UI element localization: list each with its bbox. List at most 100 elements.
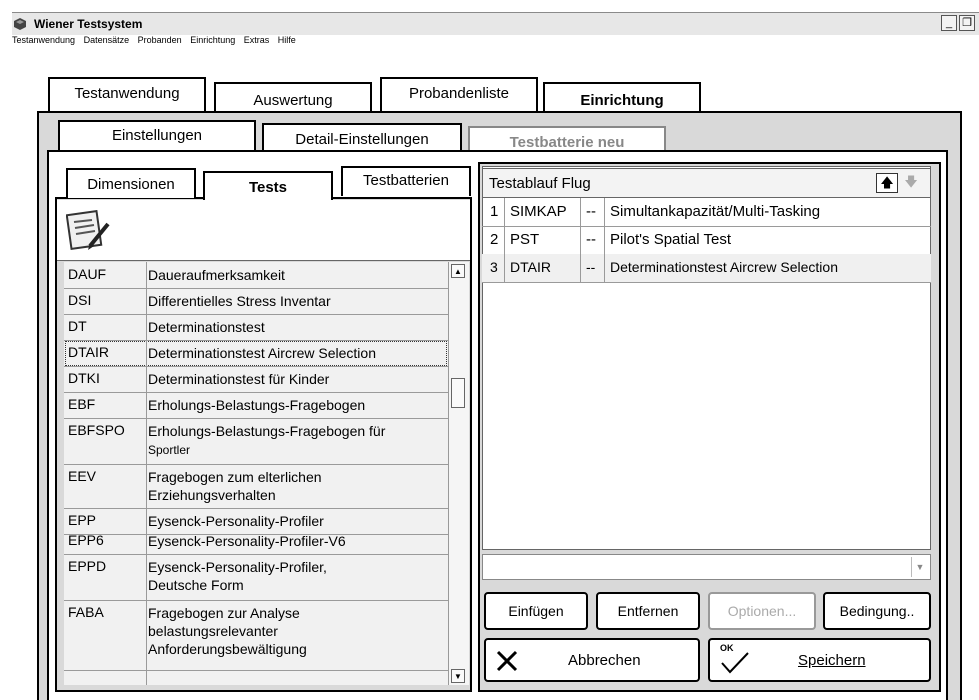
testablauf-title: Testablauf Flug (489, 175, 591, 192)
notepad-icon (66, 210, 110, 251)
scroll-thumb[interactable] (451, 378, 465, 408)
table-row[interactable]: 2 PST -- Pilot's Spatial Test (482, 226, 931, 255)
title-bar: Wiener Testsystem _ ❐ (12, 12, 979, 35)
list-item[interactable]: FABA Fragebogen zur Analyse belastungsrel… (64, 600, 448, 671)
column-separator (504, 198, 505, 282)
bedingung-button[interactable]: Bedingung.. (823, 592, 931, 630)
test-name: Eysenck-Personality-Profiler-V6 (148, 533, 346, 549)
test-name: Eysenck-Personality-Profiler, Deutsche Fo… (148, 559, 327, 593)
main-window: Wiener Testsystem _ ❐ Testanwendung Date… (0, 0, 979, 700)
scroll-up-button[interactable]: ▲ (451, 264, 465, 278)
list-item[interactable]: DTKI Determinationstest für Kinder (64, 366, 448, 393)
row-code: PST (510, 231, 540, 248)
tests-list[interactable]: DAUF Daueraufmerksamkeit DSI Differentie… (64, 262, 448, 685)
row-name: Determinationstest Aircrew Selection (610, 259, 838, 275)
test-code: EBFSPO (68, 422, 125, 438)
menu-hilfe[interactable]: Hilfe (278, 35, 296, 45)
row-separator: -- (586, 231, 596, 248)
arrow-down-icon: 🡇 (904, 174, 918, 189)
table-row-selected[interactable]: 3 DTAIR -- Determinationstest Aircrew Se… (482, 254, 931, 283)
list-item[interactable]: EPP6 Eysenck-Personality-Profiler-V6 (64, 532, 448, 555)
move-up-button[interactable]: 🡅 (876, 173, 898, 193)
tab-testanwendung[interactable]: Testanwendung (48, 77, 206, 111)
arrow-up-icon: 🡅 (880, 175, 894, 190)
list-item-selected[interactable]: DTAIR Determinationstest Aircrew Selecti… (64, 340, 448, 367)
column-separator (146, 262, 147, 685)
list-item[interactable]: DAUF Daueraufmerksamkeit (64, 262, 448, 289)
row-number: 3 (490, 259, 498, 275)
test-name: Erholungs-Belastungs-Fragebogen für Sport… (148, 423, 386, 457)
test-code: DAUF (68, 266, 107, 282)
row-code: DTAIR (510, 259, 551, 275)
abbrechen-button[interactable]: Abbrechen (484, 638, 700, 682)
list-item[interactable]: EPPD Eysenck-Personality-Profiler, Deutsc… (64, 554, 448, 601)
test-code: EEV (68, 468, 97, 484)
test-name: Differentielles Stress Inventar (148, 293, 331, 309)
entfernen-button[interactable]: Entfernen (596, 592, 700, 630)
scroll-down-button[interactable]: ▼ (451, 669, 465, 683)
move-down-button[interactable]: 🡇 (900, 173, 922, 193)
menu-einrichtung[interactable]: Einrichtung (190, 35, 235, 45)
row-separator: -- (586, 203, 596, 220)
tab-testbatterien[interactable]: Testbatterien (341, 166, 471, 196)
column-separator (604, 198, 605, 282)
test-code: DT (68, 318, 87, 334)
restore-button[interactable]: ❐ (959, 15, 975, 31)
tab-einstellungen[interactable]: Einstellungen (58, 120, 256, 150)
menu-datensaetze[interactable]: Datensätze (84, 35, 130, 45)
test-name: Determinationstest Aircrew Selection (148, 345, 376, 361)
list-item[interactable]: EPP Eysenck-Personality-Profiler (64, 508, 448, 535)
list-item[interactable]: EEV Fragebogen zum elterlichen Erziehungs… (64, 464, 448, 509)
testablauf-header: Testablauf Flug 🡅 🡇 (482, 168, 931, 198)
test-code: DTAIR (68, 344, 109, 360)
window-title: Wiener Testsystem (34, 17, 143, 31)
menu-extras[interactable]: Extras (244, 35, 270, 45)
speichern-label: Speichern (798, 652, 866, 669)
test-code: EBF (68, 396, 96, 412)
tab-probandenliste[interactable]: Probandenliste (380, 77, 538, 111)
row-code: SIMKAP (510, 203, 567, 220)
test-name: Fragebogen zur Analyse belastungsrelevant… (148, 605, 307, 657)
row-separator: -- (586, 259, 596, 275)
optionen-button[interactable]: Optionen... (708, 592, 816, 630)
close-icon (496, 650, 518, 672)
test-name: Daueraufmerksamkeit (148, 267, 285, 283)
row-name: Simultankapazität/Multi-Tasking (610, 203, 821, 220)
check-icon (721, 652, 749, 674)
tab-auswertung[interactable]: Auswertung (214, 82, 372, 114)
menu-testanwendung[interactable]: Testanwendung (12, 35, 75, 45)
test-name: Erholungs-Belastungs-Fragebogen (148, 397, 366, 413)
test-name: Fragebogen zum elterlichen Erziehungsverh… (148, 469, 322, 503)
chevron-down-icon[interactable]: ▼ (911, 557, 928, 577)
left-header-area (57, 200, 470, 261)
app-icon (14, 18, 26, 30)
tab-detail-einstellungen[interactable]: Detail-Einstellungen (262, 123, 462, 153)
menu-bar: Testanwendung Datensätze Probanden Einri… (12, 35, 979, 49)
options-combobox[interactable]: ▼ (482, 554, 931, 580)
row-number: 1 (490, 203, 499, 220)
test-name: Determinationstest (148, 319, 265, 335)
tab-dimensionen[interactable]: Dimensionen (66, 168, 196, 198)
test-code: DSI (68, 292, 92, 308)
table-row[interactable]: 1 SIMKAP -- Simultankapazität/Multi-Task… (482, 198, 931, 227)
list-scrollbar[interactable]: ▲ ▼ (448, 262, 469, 685)
tab-einrichtung[interactable]: Einrichtung (543, 82, 701, 112)
minimize-button[interactable]: _ (941, 15, 957, 31)
test-code: EPPD (68, 558, 107, 574)
row-number: 2 (490, 231, 499, 248)
speichern-button[interactable]: OK Speichern (708, 638, 931, 682)
test-code: FABA (68, 604, 104, 620)
list-item[interactable]: DSI Differentielles Stress Inventar (64, 288, 448, 315)
test-code: DTKI (68, 370, 100, 386)
list-item[interactable]: DT Determinationstest (64, 314, 448, 341)
ok-check-icon: OK (720, 643, 750, 675)
list-item[interactable]: EBFSPO Erholungs-Belastungs-Fragebogen f… (64, 418, 448, 465)
row-name: Pilot's Spatial Test (610, 231, 731, 248)
menu-probanden[interactable]: Probanden (138, 35, 182, 45)
einfuegen-button[interactable]: Einfügen (484, 592, 588, 630)
tab-tests[interactable]: Tests (203, 171, 333, 201)
list-item[interactable]: EBF Erholungs-Belastungs-Fragebogen (64, 392, 448, 419)
test-code: EPP (68, 512, 97, 528)
abbrechen-label: Abbrechen (568, 652, 641, 669)
column-separator (580, 198, 581, 282)
